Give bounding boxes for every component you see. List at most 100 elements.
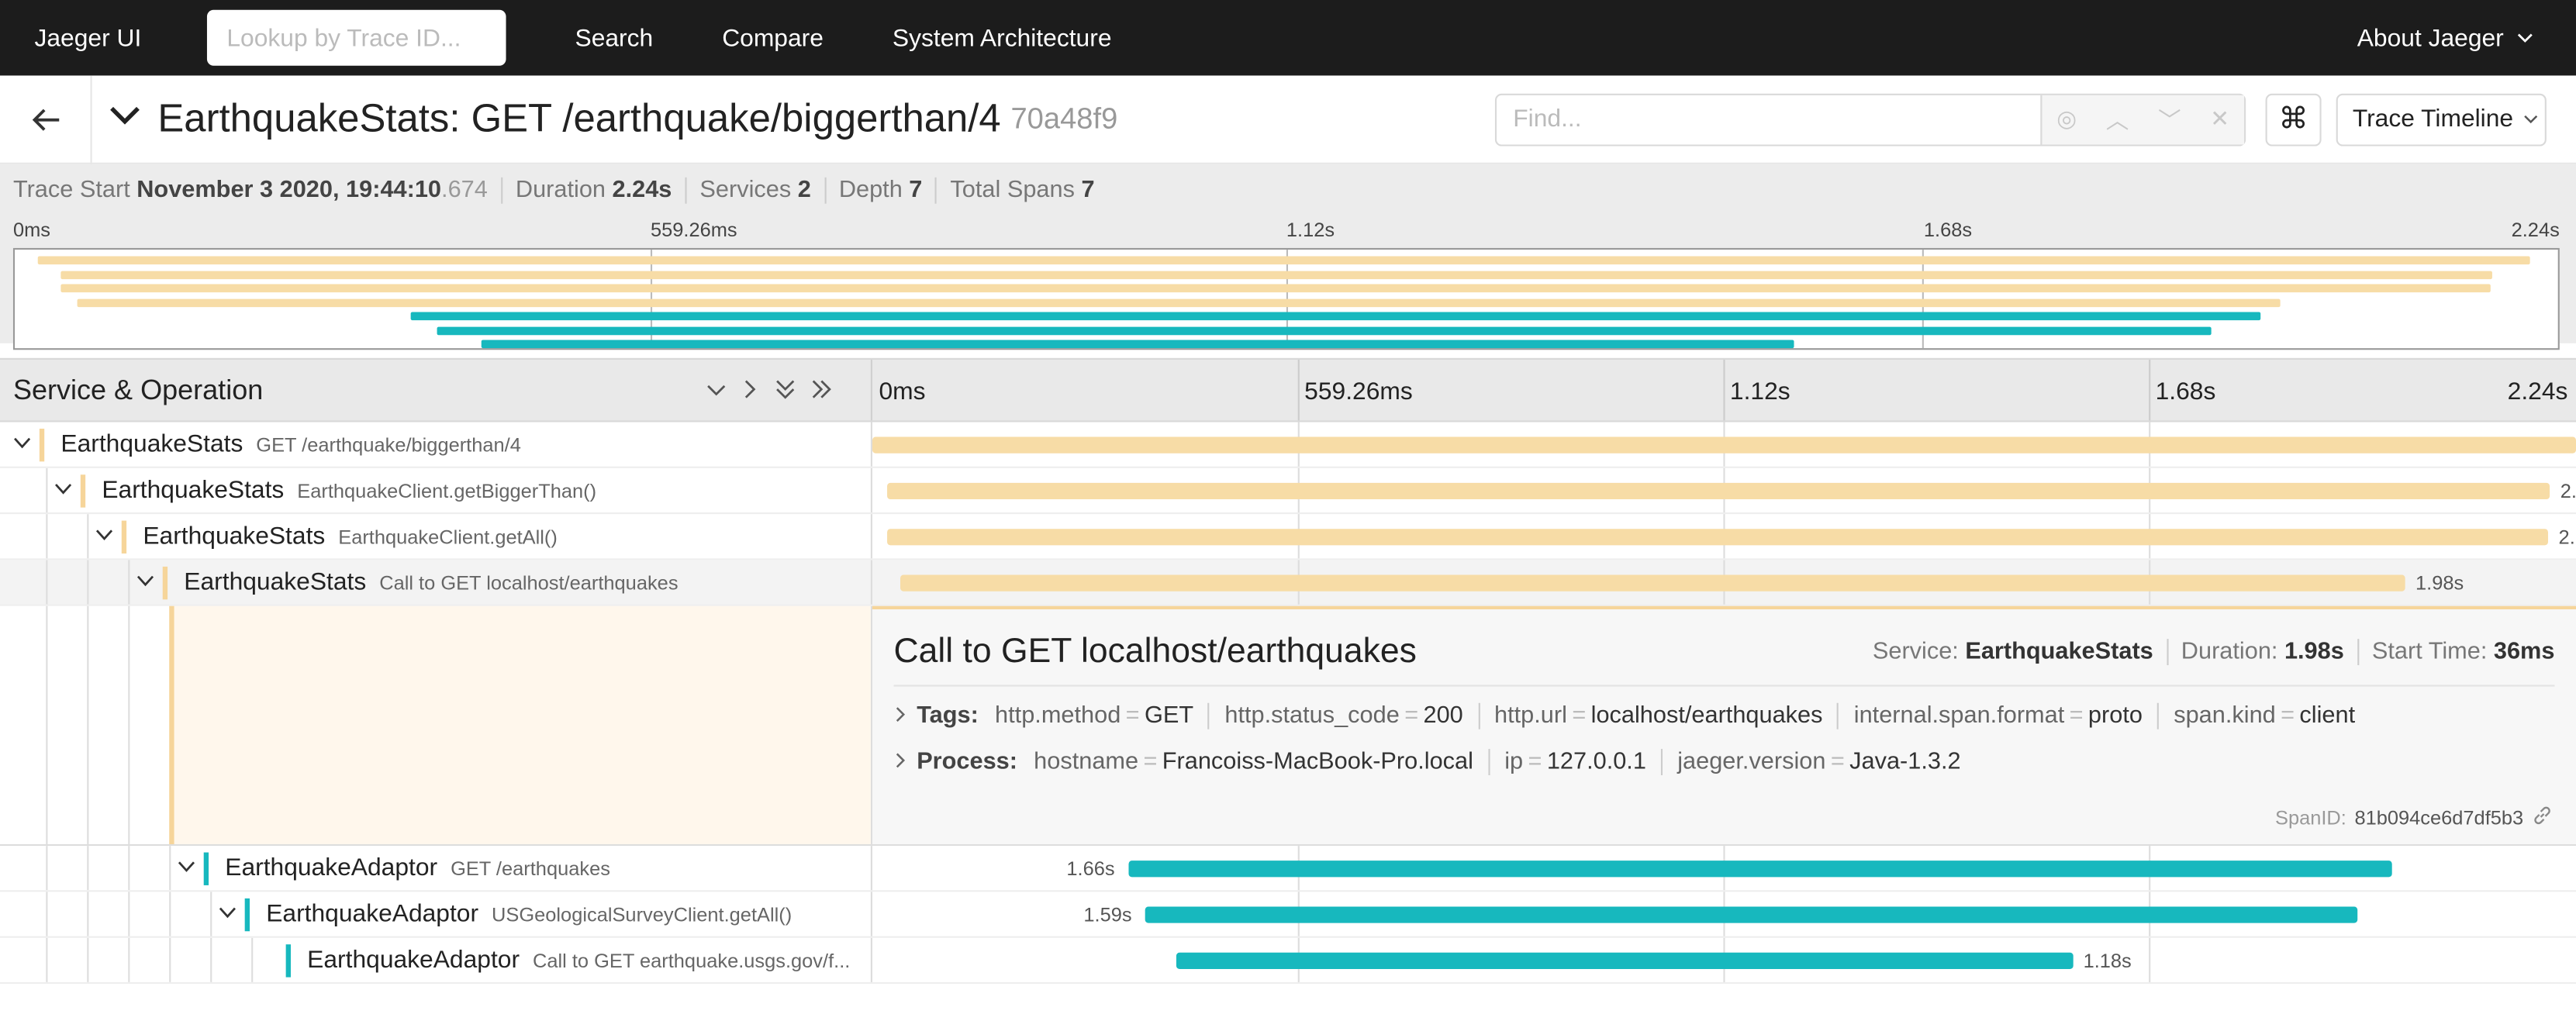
brand-link[interactable]: Jaeger UI bbox=[34, 24, 172, 52]
duration-label: Duration bbox=[515, 176, 606, 203]
chevron-down-icon[interactable] bbox=[13, 435, 31, 454]
view-mode-select[interactable]: Trace Timeline bbox=[2336, 92, 2547, 146]
span-service: EarthquakeAdaptor bbox=[266, 900, 479, 929]
trace-id-input[interactable] bbox=[226, 23, 506, 52]
detail-duration-value: 1.98s bbox=[2284, 639, 2344, 666]
chevron-down-icon[interactable] bbox=[54, 481, 72, 501]
span-bar[interactable] bbox=[872, 436, 2576, 454]
chevron-down-icon[interactable] bbox=[136, 573, 154, 592]
chevron-right-icon bbox=[894, 705, 917, 727]
minimap-tick: 2.24s bbox=[2511, 218, 2560, 242]
trace-title: EarthquakeStats: GET /earthquake/biggert… bbox=[157, 95, 1001, 141]
nav-system-architecture[interactable]: System Architecture bbox=[893, 24, 1112, 52]
chevron-right-icon bbox=[894, 751, 917, 773]
span-list: EarthquakeStats GET /earthquake/biggerth… bbox=[0, 422, 2576, 985]
timeline-tick: 2.24s bbox=[2507, 378, 2568, 406]
command-icon: ⌘ bbox=[2278, 102, 2308, 135]
trace-minimap[interactable]: 0ms 559.26ms 1.12s 1.68s 2.24s bbox=[0, 215, 2576, 350]
minimap-canvas[interactable] bbox=[12, 247, 2560, 350]
minimap-span-bar bbox=[60, 284, 2491, 293]
tags-section[interactable]: Tags: http.method = GET http.status_code = 2… bbox=[894, 702, 2555, 729]
close-icon[interactable]: ✕ bbox=[2210, 105, 2229, 133]
span-operation: Call to GET earthquake.usgs.gov/f... bbox=[532, 948, 851, 972]
span-bar-track[interactable] bbox=[872, 422, 2576, 467]
span-bar[interactable] bbox=[1145, 906, 2358, 923]
span-duration-label: 2. bbox=[2560, 479, 2576, 503]
trace-depth: Depth 7 bbox=[839, 177, 923, 203]
process-key: ip bbox=[1504, 749, 1524, 775]
span-bar-track[interactable]: 1.59s bbox=[872, 892, 2576, 936]
timeline-tick: 0ms bbox=[879, 378, 926, 406]
span-operation: EarthquakeClient.getBiggerThan() bbox=[297, 478, 597, 502]
timeline-header: Service & Operation 0ms 559.26ms 1.12s 1… bbox=[0, 357, 2576, 422]
expand-all-icon[interactable] bbox=[812, 377, 831, 403]
trace-start-ms: .674 bbox=[441, 176, 488, 203]
span-row[interactable]: EarthquakeStats GET /earthquake/biggerth… bbox=[0, 422, 2576, 468]
chevron-down-icon[interactable] bbox=[95, 527, 113, 547]
span-row-selected[interactable]: EarthquakeStats Call to GET localhost/ea… bbox=[0, 560, 2576, 606]
nav-compare[interactable]: Compare bbox=[722, 24, 824, 52]
minimap-span-bar bbox=[37, 256, 2530, 265]
detail-duration-label: Duration: bbox=[2181, 639, 2278, 666]
keyboard-shortcuts-button[interactable]: ⌘ bbox=[2265, 92, 2322, 146]
minimap-span-bar bbox=[411, 312, 2261, 321]
span-detail: Call to GET localhost/earthquakes Servic… bbox=[0, 605, 2576, 847]
about-menu[interactable]: About Jaeger bbox=[2357, 24, 2533, 52]
collapse-all-icon[interactable] bbox=[775, 377, 795, 403]
tag-key: internal.span.format bbox=[1853, 702, 2065, 729]
process-value: Francoiss-MacBook-Pro.local bbox=[1162, 749, 1473, 775]
trace-id: 70a48f9 bbox=[1010, 102, 1118, 135]
span-bar-track[interactable]: 2. bbox=[872, 514, 2576, 559]
collapse-one-icon[interactable] bbox=[706, 377, 726, 403]
process-value: Java-1.3.2 bbox=[1849, 749, 1961, 775]
timeline-ticks: 0ms 559.26ms 1.12s 1.68s 2.24s bbox=[872, 359, 2576, 421]
service-operation-header: Service & Operation bbox=[0, 359, 872, 421]
back-button[interactable] bbox=[0, 74, 92, 164]
process-section[interactable]: Process: hostname = Francoiss-MacBook-Pro.… bbox=[894, 749, 2555, 775]
chevron-down-icon[interactable]: ﹀ bbox=[2158, 102, 2181, 135]
chevron-down-icon[interactable] bbox=[219, 905, 237, 924]
span-bar[interactable] bbox=[887, 529, 2549, 546]
link-icon[interactable] bbox=[2532, 805, 2554, 831]
span-service: EarthquakeStats bbox=[102, 476, 285, 505]
tag-item: http.status_code = 200 bbox=[1224, 702, 1463, 729]
trace-title-toggle[interactable]: EarthquakeStats: GET /earthquake/biggert… bbox=[109, 96, 1117, 142]
span-row[interactable]: EarthquakeAdaptor Call to GET earthquake… bbox=[0, 937, 2576, 985]
span-operation: Call to GET localhost/earthquakes bbox=[379, 571, 679, 594]
span-bar-track[interactable]: 1.98s bbox=[872, 560, 2576, 605]
span-bar[interactable] bbox=[887, 482, 2551, 500]
tag-value: client bbox=[2299, 702, 2356, 729]
about-label: About Jaeger bbox=[2357, 23, 2504, 52]
span-row[interactable]: EarthquakeAdaptor USGeologicalSurveyClie… bbox=[0, 892, 2576, 938]
span-bar[interactable] bbox=[900, 574, 2406, 592]
span-bar[interactable] bbox=[1127, 861, 2392, 878]
detail-service-value: EarthquakeStats bbox=[1965, 639, 2153, 666]
span-row[interactable]: EarthquakeStats EarthquakeClient.getAll(… bbox=[0, 514, 2576, 560]
timeline-tick: 1.68s bbox=[2155, 378, 2216, 406]
target-icon[interactable]: ◎ bbox=[2056, 105, 2077, 133]
tags-label: Tags: bbox=[917, 702, 979, 729]
services-value: 2 bbox=[797, 176, 811, 203]
nav-search[interactable]: Search bbox=[575, 24, 654, 52]
find-input[interactable] bbox=[1497, 105, 2041, 133]
span-service: EarthquakeStats bbox=[60, 430, 243, 459]
depth-value: 7 bbox=[909, 176, 923, 203]
span-bar-track[interactable]: 2. bbox=[872, 467, 2576, 513]
minimap-tick: 559.26ms bbox=[650, 218, 737, 242]
detail-meta: Service: EarthquakeStats Duration: 1.98s… bbox=[1873, 639, 2554, 666]
timeline-tick: 559.26ms bbox=[1304, 378, 1413, 406]
span-bar-track[interactable]: 1.18s bbox=[872, 937, 2576, 982]
span-duration-label: 1.66s bbox=[1066, 857, 1115, 881]
tag-item: http.method = GET bbox=[995, 702, 1194, 729]
process-key: jaeger.version bbox=[1677, 749, 1826, 775]
span-bar[interactable] bbox=[1176, 952, 2074, 969]
minimap-tick: 1.68s bbox=[1923, 218, 1973, 242]
total-spans-label: Total Spans bbox=[950, 176, 1075, 203]
span-row[interactable]: EarthquakeStats EarthquakeClient.getBigg… bbox=[0, 467, 2576, 515]
chevron-down-icon[interactable] bbox=[178, 859, 195, 878]
chevron-up-icon[interactable]: ︿ bbox=[2106, 102, 2129, 135]
span-row[interactable]: EarthquakeAdaptor GET /earthquakes 1.66s bbox=[0, 846, 2576, 892]
expand-one-icon[interactable] bbox=[743, 377, 759, 403]
span-bar-track[interactable]: 1.66s bbox=[872, 846, 2576, 891]
trace-id-lookup[interactable] bbox=[206, 9, 506, 66]
